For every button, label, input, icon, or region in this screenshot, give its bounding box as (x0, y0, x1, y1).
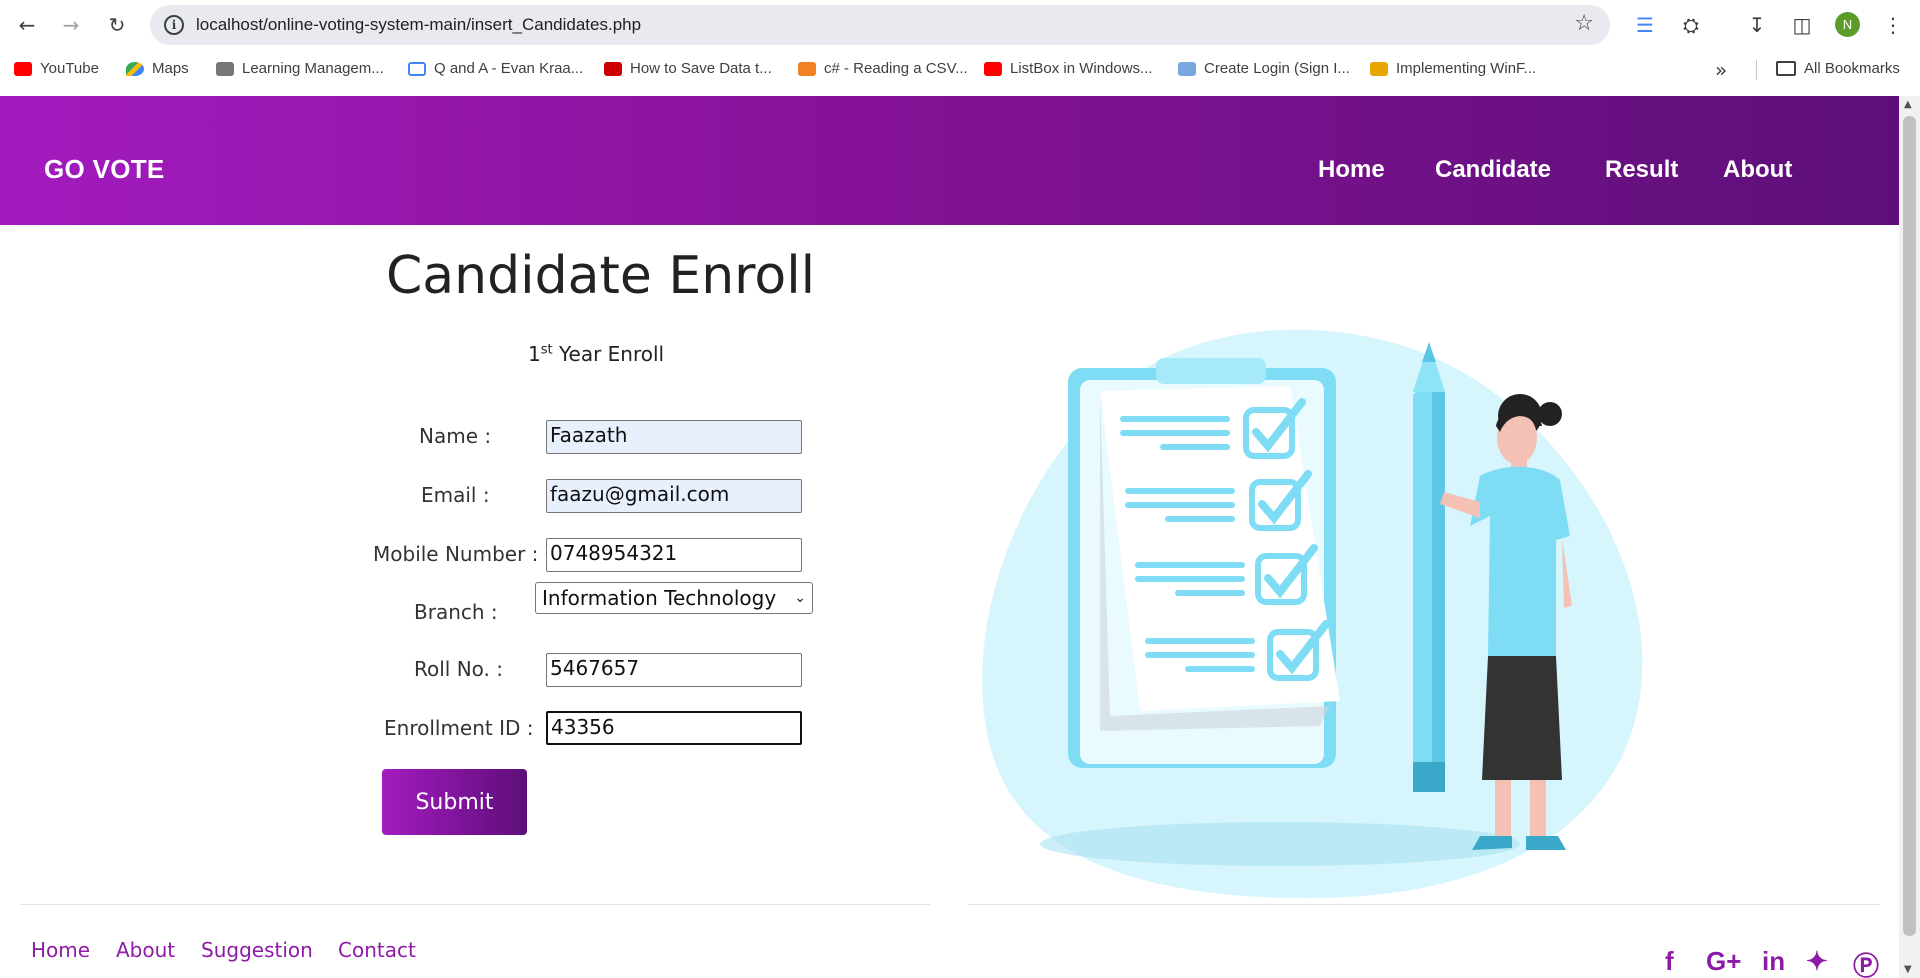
bookmark-lms[interactable]: Learning Managem... (216, 60, 384, 77)
nav-home[interactable]: Home (1318, 156, 1385, 184)
board-icon (408, 61, 426, 76)
email-input[interactable]: faazu@gmail.com (546, 479, 802, 513)
site-info-icon[interactable]: i (164, 15, 184, 35)
pinterest-icon[interactable]: Ⓟ (1853, 946, 1879, 978)
site-header: GO VOTE Home Candidate Result About (0, 96, 1899, 225)
name-label: Name : (419, 424, 492, 448)
roll-input[interactable]: 5467657 (546, 653, 802, 687)
page-content: GO VOTE Home Candidate Result About Cand… (0, 96, 1899, 978)
page-scrollbar[interactable]: ▲ ▼ (1899, 96, 1920, 978)
forward-icon[interactable]: → (56, 10, 86, 40)
branch-select[interactable]: Information Technology ⌄ (535, 582, 813, 614)
name-input[interactable]: Faazath (546, 420, 802, 454)
email-label: Email : (421, 483, 490, 507)
back-icon[interactable]: ← (12, 10, 42, 40)
site-icon (1370, 61, 1388, 76)
facebook-icon[interactable]: f (1665, 946, 1674, 977)
site-icon (604, 61, 622, 76)
bookmark-label: Create Login (Sign I... (1204, 60, 1350, 77)
site-icon (1178, 61, 1196, 76)
address-bar[interactable]: i localhost/online-voting-system-main/in… (150, 5, 1610, 45)
stackoverflow-icon (798, 61, 816, 76)
browser-chrome: ← → ↻ i localhost/online-voting-system-m… (0, 0, 1920, 96)
linkedin-icon[interactable]: in (1762, 946, 1785, 977)
extensions-icon[interactable]: ⛭ (1676, 10, 1706, 40)
all-bookmarks[interactable]: All Bookmarks (1776, 60, 1900, 77)
browser-menu-icon[interactable]: ⋮ (1878, 10, 1908, 40)
bookmark-youtube[interactable]: YouTube (14, 60, 99, 77)
branch-selected-value: Information Technology (542, 586, 777, 610)
bookmarks-bar: YouTube Maps Learning Managem... Q and A… (0, 56, 1920, 86)
footer-link-about[interactable]: About (116, 938, 175, 962)
submit-button[interactable]: Submit (382, 769, 527, 835)
bookmark-label: YouTube (40, 60, 99, 77)
bookmark-csv[interactable]: c# - Reading a CSV... (798, 60, 968, 77)
enrollment-input[interactable]: 43356 (546, 711, 802, 745)
side-panel-icon[interactable]: ◫ (1787, 10, 1817, 40)
bookmark-label: Implementing WinF... (1396, 60, 1537, 77)
bookmark-star-icon[interactable]: ☆ (1574, 11, 1594, 36)
bookmark-label: Learning Managem... (242, 60, 384, 77)
youtube-icon (14, 61, 32, 76)
download-icon[interactable]: ↧ (1742, 10, 1772, 40)
translate-icon[interactable]: ☰ (1630, 10, 1660, 40)
subtitle-ordinal: st (540, 342, 553, 358)
bookmark-label: How to Save Data t... (630, 60, 772, 77)
url-text[interactable]: localhost/online-voting-system-main/inse… (196, 15, 641, 35)
reload-icon[interactable]: ↻ (102, 10, 132, 40)
bookmark-label: ListBox in Windows... (1010, 60, 1153, 77)
mobile-input[interactable]: 0748954321 (546, 538, 802, 572)
branch-label: Branch : (414, 600, 498, 624)
youtube-icon (984, 61, 1002, 76)
scroll-down-icon[interactable]: ▼ (1904, 964, 1912, 975)
footer-link-contact[interactable]: Contact (338, 938, 416, 962)
voting-checklist-illustration (982, 329, 1643, 899)
bookmark-qa[interactable]: Q and A - Evan Kraa... (408, 60, 583, 77)
all-bookmarks-label: All Bookmarks (1804, 60, 1900, 77)
bookmark-label: c# - Reading a CSV... (824, 60, 968, 77)
bookmark-listbox[interactable]: ListBox in Windows... (984, 60, 1153, 77)
bookmark-winforms[interactable]: Implementing WinF... (1370, 60, 1536, 77)
mobile-label: Mobile Number : (373, 542, 539, 566)
site-brand[interactable]: GO VOTE (44, 154, 165, 185)
bookmark-label: Q and A - Evan Kraa... (434, 60, 584, 77)
bookmark-save-data[interactable]: How to Save Data t... (604, 60, 772, 77)
nav-about[interactable]: About (1723, 156, 1792, 184)
maps-icon (126, 61, 144, 76)
google-plus-icon[interactable]: G+ (1706, 946, 1741, 977)
chevron-down-icon: ⌄ (794, 590, 806, 606)
enrollment-label: Enrollment ID : (384, 716, 534, 740)
more-bookmarks-icon[interactable]: » (1715, 58, 1727, 82)
bookmark-maps[interactable]: Maps (126, 60, 189, 77)
scroll-up-icon[interactable]: ▲ (1904, 99, 1912, 110)
bookmark-label: Maps (152, 60, 189, 77)
footer-link-home[interactable]: Home (31, 938, 90, 962)
page-title: Candidate Enroll (386, 246, 816, 306)
folder-icon (1776, 61, 1796, 76)
footer-divider-left (20, 904, 930, 905)
subtitle-text: Year Enroll (552, 342, 665, 366)
lms-icon (216, 61, 234, 76)
profile-avatar[interactable]: N (1835, 12, 1860, 37)
footer-divider-right (968, 904, 1880, 905)
nav-result[interactable]: Result (1605, 156, 1678, 184)
scrollbar-thumb[interactable] (1903, 116, 1916, 936)
subtitle-number: 1 (528, 342, 541, 366)
bookmark-create-login[interactable]: Create Login (Sign I... (1178, 60, 1350, 77)
bookmarks-divider (1756, 60, 1757, 80)
page-subtitle: 1st Year Enroll (528, 342, 664, 366)
nav-candidate[interactable]: Candidate (1435, 156, 1551, 184)
twitter-icon[interactable]: ✦ (1806, 946, 1828, 977)
footer-link-suggestion[interactable]: Suggestion (201, 938, 313, 962)
roll-label: Roll No. : (414, 657, 504, 681)
